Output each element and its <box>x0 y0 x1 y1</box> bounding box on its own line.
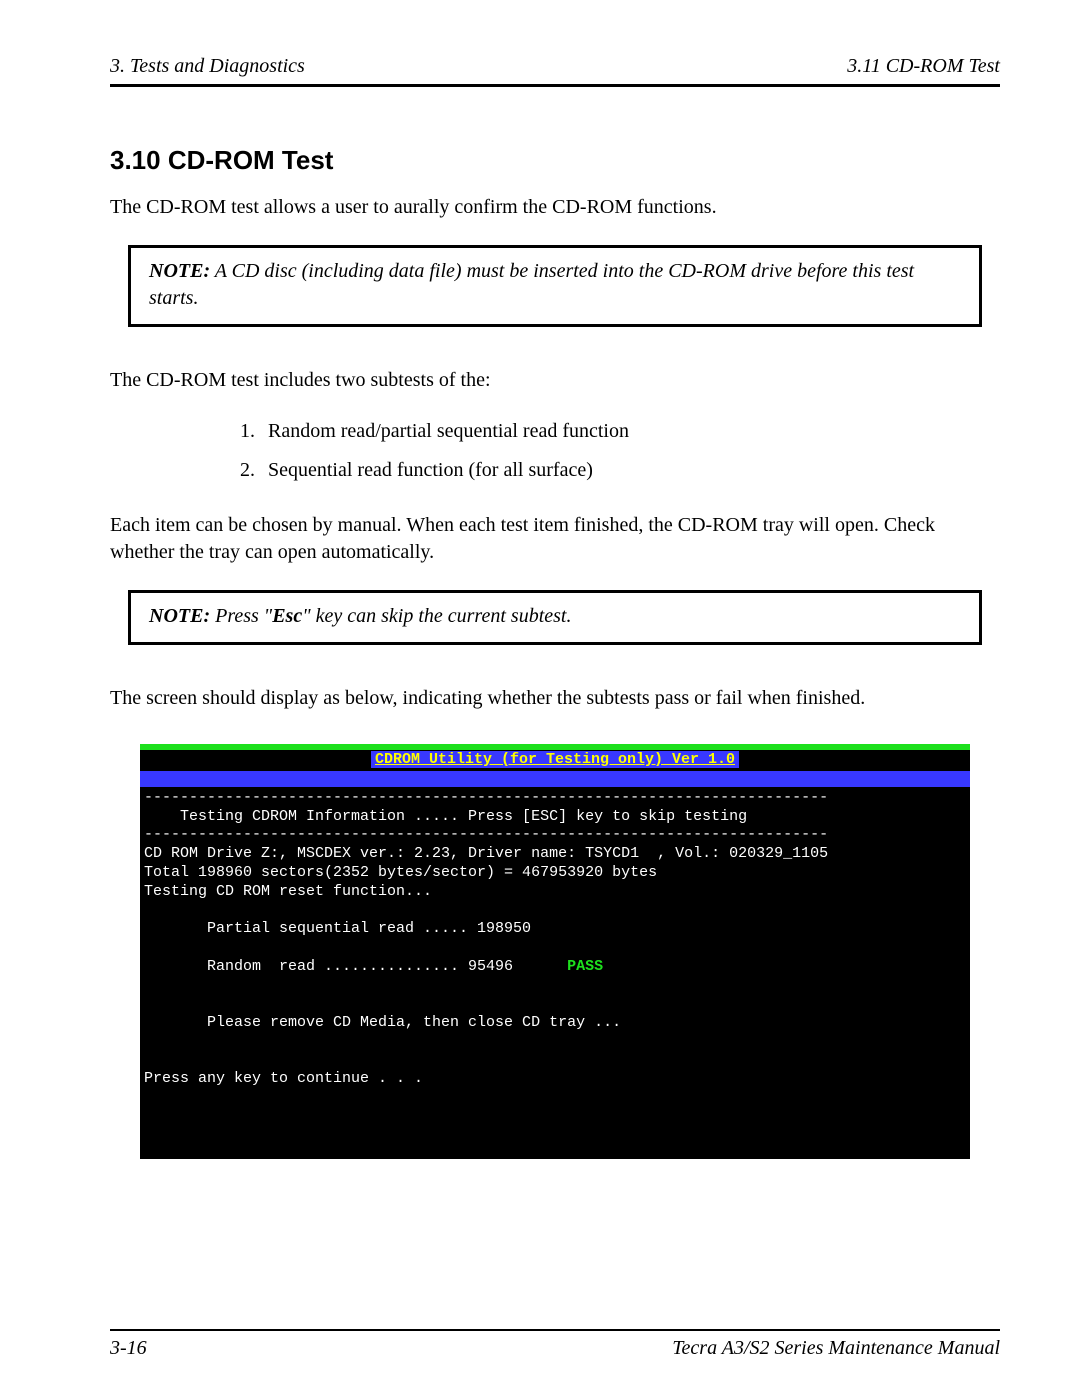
terminal-line: Testing CDROM Information ..... Press [E… <box>144 808 747 825</box>
section-heading: 3.10 CD-ROM Test <box>110 145 1000 176</box>
terminal-body: ----------------------------------------… <box>140 787 970 1159</box>
note-box-1: NOTE: A CD disc (including data file) mu… <box>128 245 982 327</box>
terminal-line: Testing CD ROM reset function... <box>144 883 432 900</box>
footer-manual-title: Tecra A3/S2 Series Maintenance Manual <box>672 1337 1000 1360</box>
terminal-line: Partial sequential read ..... 198950 <box>144 920 531 937</box>
subtests-list: Random read/partial sequential read func… <box>110 418 1000 484</box>
screen-intro: The screen should display as below, indi… <box>110 685 1000 712</box>
note-key: Esc <box>272 605 302 627</box>
note-label: NOTE: <box>149 260 210 282</box>
page-header: 3. Tests and Diagnostics 3.11 CD-ROM Tes… <box>110 55 1000 87</box>
note-text: A CD disc (including data file) must be … <box>149 260 914 309</box>
header-left: 3. Tests and Diagnostics <box>110 55 305 78</box>
terminal-line: ----------------------------------------… <box>144 789 828 806</box>
list-item: Random read/partial sequential read func… <box>260 418 1000 445</box>
page-footer: 3-16 Tecra A3/S2 Series Maintenance Manu… <box>110 1329 1000 1360</box>
terminal-title: CDROM Utility (for Testing only) Ver 1.0 <box>371 751 739 768</box>
terminal-line: Press any key to continue . . . <box>144 1070 423 1087</box>
intro-paragraph: The CD-ROM test allows a user to aurally… <box>110 194 1000 221</box>
terminal-title-row: CDROM Utility (for Testing only) Ver 1.0 <box>140 750 970 771</box>
terminal-line-prefix: Random read ............... 95496 <box>144 958 567 975</box>
document-page: 3. Tests and Diagnostics 3.11 CD-ROM Tes… <box>0 0 1080 1400</box>
terminal-line: Please remove CD Media, then close CD tr… <box>144 1014 621 1031</box>
note-box-2: NOTE: Press "Esc" key can skip the curre… <box>128 590 982 645</box>
terminal-pass-indicator: PASS <box>567 958 603 975</box>
after-list-paragraph: Each item can be chosen by manual. When … <box>110 512 1000 566</box>
note-text-suffix: " key can skip the current subtest. <box>302 605 571 627</box>
note-text-prefix: Press " <box>210 605 272 627</box>
terminal-screenshot: CDROM Utility (for Testing only) Ver 1.0… <box>140 744 970 1159</box>
terminal-line: CD ROM Drive Z:, MSCDEX ver.: 2.23, Driv… <box>144 845 828 862</box>
list-item: Sequential read function (for all surfac… <box>260 457 1000 484</box>
terminal-blue-bar <box>140 771 970 787</box>
subtests-intro: The CD-ROM test includes two subtests of… <box>110 367 1000 394</box>
note-label: NOTE: <box>149 605 210 627</box>
header-right: 3.11 CD-ROM Test <box>847 55 1000 78</box>
terminal-line: ----------------------------------------… <box>144 826 828 843</box>
footer-page-number: 3-16 <box>110 1337 147 1360</box>
terminal-line: Total 198960 sectors(2352 bytes/sector) … <box>144 864 657 881</box>
